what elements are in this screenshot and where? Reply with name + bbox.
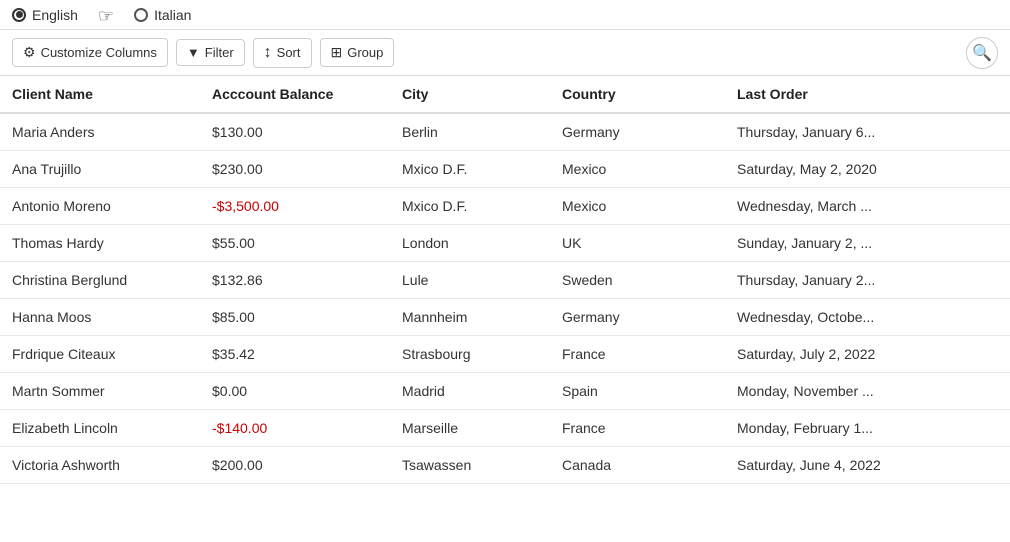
cell-last-order: Saturday, May 2, 2020 <box>725 151 1010 188</box>
language-selector: English ☞ Italian <box>0 0 1010 30</box>
radio-english[interactable] <box>12 8 26 22</box>
data-table: Client Name Acccount Balance City Countr… <box>0 76 1010 484</box>
cell-last-order: Monday, November ... <box>725 373 1010 410</box>
cell-client-name: Frdrique Citeaux <box>0 336 200 373</box>
filter-icon: ▼ <box>187 45 200 60</box>
cell-last-order: Monday, February 1... <box>725 410 1010 447</box>
cell-account-balance: $85.00 <box>200 299 390 336</box>
filter-label: Filter <box>205 45 234 60</box>
table-row[interactable]: Maria Anders$130.00BerlinGermanyThursday… <box>0 113 1010 151</box>
toolbar: ⚙ Customize Columns ▼ Filter ↕ Sort ⊞ Gr… <box>0 30 1010 76</box>
cell-client-name: Maria Anders <box>0 113 200 151</box>
group-button[interactable]: ⊞ Group <box>320 38 395 67</box>
header-row: Client Name Acccount Balance City Countr… <box>0 76 1010 113</box>
cell-country: Canada <box>550 447 725 484</box>
cell-city: Mxico D.F. <box>390 151 550 188</box>
sort-button[interactable]: ↕ Sort <box>253 38 312 68</box>
language-english-label: English <box>32 7 78 23</box>
cell-account-balance: -$3,500.00 <box>200 188 390 225</box>
col-country: Country <box>550 76 725 113</box>
table-row[interactable]: Frdrique Citeaux$35.42StrasbourgFranceSa… <box>0 336 1010 373</box>
table-row[interactable]: Martn Sommer$0.00MadridSpainMonday, Nove… <box>0 373 1010 410</box>
cell-account-balance: $35.42 <box>200 336 390 373</box>
cell-account-balance: $230.00 <box>200 151 390 188</box>
customize-columns-button[interactable]: ⚙ Customize Columns <box>12 38 168 67</box>
radio-italian[interactable] <box>134 8 148 22</box>
table-row[interactable]: Thomas Hardy$55.00LondonUKSunday, Januar… <box>0 225 1010 262</box>
cell-client-name: Ana Trujillo <box>0 151 200 188</box>
table-row[interactable]: Christina Berglund$132.86LuleSwedenThurs… <box>0 262 1010 299</box>
table-header: Client Name Acccount Balance City Countr… <box>0 76 1010 113</box>
col-client-name: Client Name <box>0 76 200 113</box>
cell-city: Tsawassen <box>390 447 550 484</box>
cell-country: France <box>550 336 725 373</box>
cell-last-order: Wednesday, Octobe... <box>725 299 1010 336</box>
col-last-order: Last Order <box>725 76 1010 113</box>
table-row[interactable]: Hanna Moos$85.00MannheimGermanyWednesday… <box>0 299 1010 336</box>
cell-country: Germany <box>550 299 725 336</box>
cell-country: Germany <box>550 113 725 151</box>
cell-country: UK <box>550 225 725 262</box>
cell-client-name: Martn Sommer <box>0 373 200 410</box>
language-italian[interactable]: Italian <box>134 7 191 23</box>
group-icon: ⊞ <box>331 44 343 61</box>
cell-account-balance: -$140.00 <box>200 410 390 447</box>
language-italian-label: Italian <box>154 7 191 23</box>
cell-last-order: Thursday, January 2... <box>725 262 1010 299</box>
cell-client-name: Antonio Moreno <box>0 188 200 225</box>
cell-city: Berlin <box>390 113 550 151</box>
cell-client-name: Thomas Hardy <box>0 225 200 262</box>
cell-last-order: Sunday, January 2, ... <box>725 225 1010 262</box>
table-body: Maria Anders$130.00BerlinGermanyThursday… <box>0 113 1010 484</box>
data-table-container[interactable]: Client Name Acccount Balance City Countr… <box>0 76 1010 542</box>
cursor-pointer-icon: ☞ <box>98 6 114 27</box>
filter-button[interactable]: ▼ Filter <box>176 39 245 66</box>
group-label: Group <box>347 45 383 60</box>
table-row[interactable]: Elizabeth Lincoln-$140.00MarseilleFrance… <box>0 410 1010 447</box>
customize-icon: ⚙ <box>23 44 36 61</box>
cell-city: Mannheim <box>390 299 550 336</box>
cell-last-order: Saturday, June 4, 2022 <box>725 447 1010 484</box>
cell-account-balance: $132.86 <box>200 262 390 299</box>
cell-country: Mexico <box>550 151 725 188</box>
cell-last-order: Saturday, July 2, 2022 <box>725 336 1010 373</box>
cell-account-balance: $130.00 <box>200 113 390 151</box>
cell-city: London <box>390 225 550 262</box>
cell-client-name: Victoria Ashworth <box>0 447 200 484</box>
search-button[interactable]: 🔍 <box>966 37 998 69</box>
cell-account-balance: $0.00 <box>200 373 390 410</box>
cell-country: France <box>550 410 725 447</box>
cell-client-name: Christina Berglund <box>0 262 200 299</box>
table-row[interactable]: Ana Trujillo$230.00Mxico D.F.MexicoSatur… <box>0 151 1010 188</box>
customize-columns-label: Customize Columns <box>41 45 157 60</box>
cell-country: Spain <box>550 373 725 410</box>
cell-city: Lule <box>390 262 550 299</box>
cell-country: Sweden <box>550 262 725 299</box>
sort-icon: ↕ <box>264 44 272 62</box>
search-icon: 🔍 <box>972 43 992 63</box>
cell-city: Mxico D.F. <box>390 188 550 225</box>
cell-account-balance: $55.00 <box>200 225 390 262</box>
cell-account-balance: $200.00 <box>200 447 390 484</box>
cell-last-order: Wednesday, March ... <box>725 188 1010 225</box>
table-row[interactable]: Antonio Moreno-$3,500.00Mxico D.F.Mexico… <box>0 188 1010 225</box>
cell-city: Marseille <box>390 410 550 447</box>
col-city: City <box>390 76 550 113</box>
language-english[interactable]: English <box>12 7 78 23</box>
cell-client-name: Hanna Moos <box>0 299 200 336</box>
cell-country: Mexico <box>550 188 725 225</box>
col-account-balance: Acccount Balance <box>200 76 390 113</box>
cell-city: Madrid <box>390 373 550 410</box>
cell-client-name: Elizabeth Lincoln <box>0 410 200 447</box>
sort-label: Sort <box>277 45 301 60</box>
cell-city: Strasbourg <box>390 336 550 373</box>
cell-last-order: Thursday, January 6... <box>725 113 1010 151</box>
table-row[interactable]: Victoria Ashworth$200.00TsawassenCanadaS… <box>0 447 1010 484</box>
